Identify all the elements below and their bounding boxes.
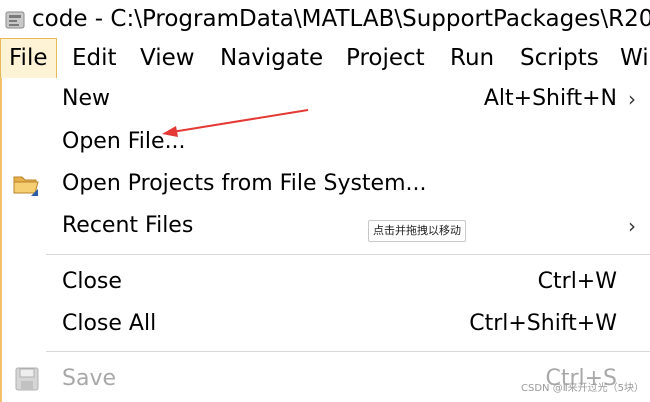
chevron-right-icon: › [628, 214, 636, 238]
folder-icon [13, 176, 39, 196]
menu-item-label: Save [62, 366, 117, 391]
menu-item-label: Close All [62, 311, 157, 336]
menu-edit[interactable]: Edit [64, 38, 125, 78]
menu-item-new[interactable]: New Alt+Shift+N › [2, 79, 650, 119]
menu-view[interactable]: View [132, 38, 203, 78]
menu-item-label: Recent Files [62, 213, 194, 238]
menu-item-open-file[interactable]: Open File... [2, 122, 650, 162]
shortcut-label: Ctrl+W [537, 269, 617, 294]
menu-run[interactable]: Run [442, 38, 502, 78]
menu-item-open-projects[interactable]: Open Projects from File System... [2, 164, 650, 204]
title-bar: code - C:\ProgramData\MATLAB\SupportPack… [0, 0, 650, 38]
shortcut-label: Ctrl+Shift+W [469, 311, 617, 336]
shortcut-label: Alt+Shift+N [483, 86, 617, 111]
menu-project[interactable]: Project [338, 38, 433, 78]
menu-item-close-all[interactable]: Close All Ctrl+Shift+W [2, 304, 650, 344]
menu-navigate[interactable]: Navigate [212, 38, 331, 78]
menu-window[interactable]: Wi [612, 38, 650, 78]
menu-item-label: New [62, 86, 110, 111]
menu-item-label: Close [62, 269, 122, 294]
save-icon [15, 367, 39, 391]
menu-item-recent-files[interactable]: Recent Files › [2, 206, 650, 246]
menu-bar: File Edit View Navigate Project Run Scri… [0, 38, 650, 78]
menu-separator [46, 254, 650, 255]
file-menu-dropdown: New Alt+Shift+N › Open File... Open Proj… [0, 78, 650, 402]
menu-item-label: Open Projects from File System... [62, 171, 427, 196]
window-title: code - C:\ProgramData\MATLAB\SupportPack… [32, 6, 650, 32]
watermark: CSDN @Ⅱ来开过光（5块） [521, 383, 644, 394]
menu-scripts[interactable]: Scripts [512, 38, 607, 78]
drag-tooltip: 点击并拖拽以移动 [368, 220, 466, 242]
menu-separator [46, 351, 650, 352]
chevron-right-icon: › [628, 87, 636, 111]
menu-item-close[interactable]: Close Ctrl+W [2, 262, 650, 302]
menu-file[interactable]: File [0, 38, 57, 78]
eclipse-app-icon [5, 11, 25, 29]
menu-item-label: Open File... [62, 129, 186, 154]
